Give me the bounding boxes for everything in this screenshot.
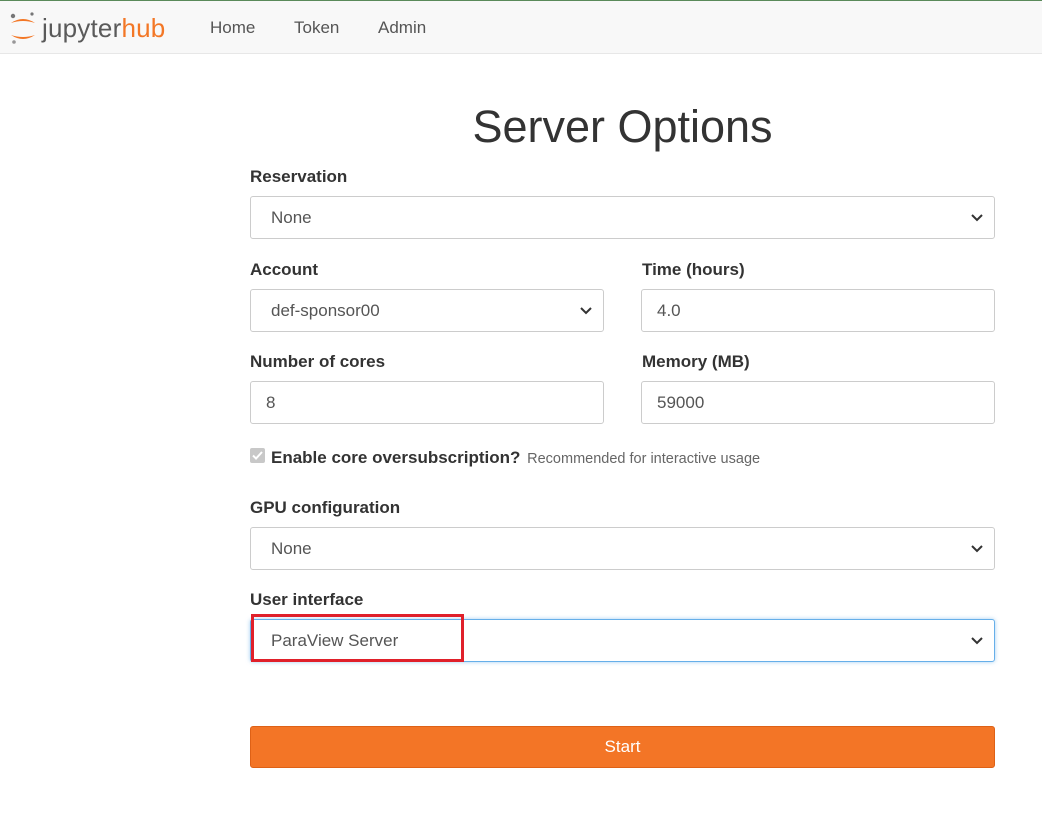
account-select[interactable]: def-sponsor00: [250, 289, 604, 332]
ui-label: User interface: [250, 590, 364, 609]
cores-input[interactable]: 8: [250, 381, 604, 424]
jupyterhub-logo[interactable]: jupyterhub: [8, 9, 165, 47]
oversubscription-label: Enable core oversubscription? Recommende…: [271, 448, 760, 468]
page-title: Server Options: [472, 101, 773, 152]
memory-value: 59000: [657, 392, 705, 412]
reservation-label: Reservation: [250, 167, 348, 186]
oversubscription-checkbox[interactable]: [250, 448, 265, 463]
oversubscription-label-text: Enable core oversubscription?: [271, 448, 521, 467]
jupyter-logo-icon: [8, 10, 38, 46]
chevron-down-icon: [971, 213, 983, 221]
time-value: 4.0: [657, 300, 681, 320]
cores-label: Number of cores: [250, 352, 386, 371]
memory-label: Memory (MB): [642, 352, 750, 371]
chevron-down-icon: [580, 306, 592, 314]
time-label: Time (hours): [642, 260, 745, 279]
ui-value: ParaView Server: [271, 630, 399, 650]
account-value: def-sponsor00: [271, 300, 380, 320]
gpu-select[interactable]: None: [250, 527, 995, 570]
account-label: Account: [250, 260, 318, 279]
start-button[interactable]: Start: [250, 726, 995, 768]
reservation-value: None: [271, 207, 312, 227]
logo-text-hub: hub: [121, 13, 166, 43]
gpu-label: GPU configuration: [250, 498, 401, 517]
logo-text-jupyter: jupyter: [42, 13, 122, 43]
chevron-down-icon: [971, 636, 983, 644]
nav-home-link[interactable]: Home: [210, 18, 255, 38]
nav-token-link[interactable]: Token: [294, 18, 339, 38]
check-icon: [252, 451, 263, 460]
nav-admin-link[interactable]: Admin: [378, 18, 426, 38]
ui-select[interactable]: ParaView Server: [250, 619, 995, 662]
top-navbar: jupyterhub Home Token Admin: [0, 0, 1042, 54]
gpu-value: None: [271, 538, 312, 558]
memory-input[interactable]: 59000: [641, 381, 995, 424]
time-input[interactable]: 4.0: [641, 289, 995, 332]
chevron-down-icon: [971, 544, 983, 552]
oversubscription-hint: Recommended for interactive usage: [527, 451, 761, 467]
cores-value: 8: [266, 392, 276, 412]
reservation-select[interactable]: None: [250, 196, 995, 239]
